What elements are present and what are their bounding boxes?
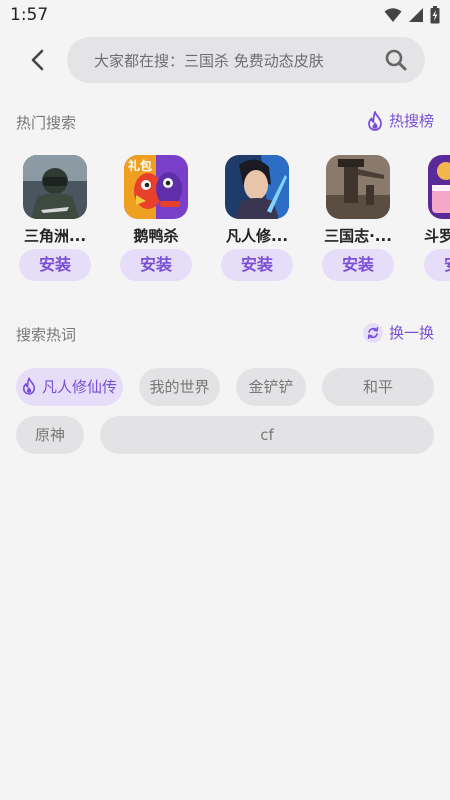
game-name: 三角洲... [23,227,87,245]
install-button[interactable]: 安装 [19,249,91,281]
game-icon[interactable] [428,155,450,219]
game-name: 三国志·... [324,227,392,245]
status-bar: 1:57 [0,0,450,30]
refresh-icon [362,322,383,343]
game-icon[interactable]: 礼包 [124,155,188,219]
hot-words-header: 搜索热词 换一换 [16,322,434,346]
hot-rank-label: 热搜榜 [388,112,434,130]
search-input[interactable]: 大家都在搜：三国杀 免费动态皮肤 [67,37,425,83]
status-icons [384,6,440,24]
signal-icon [409,8,423,22]
hot-word-chip[interactable]: 原神 [16,416,84,454]
game-card[interactable]: 斗罗 安装 [424,152,450,284]
hot-word-chip[interactable]: 我的世界 [139,368,220,406]
hot-word-chip[interactable]: 和平 [322,368,434,406]
install-button[interactable]: 安装 [424,249,450,281]
hot-games-list: 三角洲... 安装 礼包 鹅鸭杀 安装 凡人修... 安装 三国志·... 安装… [0,152,450,287]
hot-search-title: 热门搜索 [16,114,77,132]
refresh-link[interactable]: 换一换 [362,322,434,343]
battery-icon [430,6,440,24]
hot-word-chip[interactable]: cf [100,416,434,454]
game-name: 斗罗 [424,227,450,245]
hot-rank-link[interactable]: 热搜榜 [367,110,434,131]
search-icon[interactable] [384,48,408,72]
back-icon[interactable] [24,46,52,74]
game-name: 凡人修... [225,227,289,245]
search-placeholder: 大家都在搜：三国杀 免费动态皮肤 [94,52,324,70]
flame-icon [368,110,382,131]
game-card[interactable]: 礼包 鹅鸭杀 安装 [120,152,192,284]
install-button[interactable]: 安装 [322,249,394,281]
gift-badge: 礼包 [128,159,153,173]
hot-words-title: 搜索热词 [16,326,77,344]
game-icon[interactable] [326,155,390,219]
game-card[interactable]: 三角洲... 安装 [19,152,91,284]
game-icon[interactable] [225,155,289,219]
hot-word-label: 凡人修仙传 [41,378,117,396]
install-button[interactable]: 安装 [120,249,192,281]
top-bar: 大家都在搜：三国杀 免费动态皮肤 [0,36,450,84]
hot-word-chip[interactable]: 金铲铲 [236,368,306,406]
install-button[interactable]: 安装 [221,249,293,281]
status-time: 1:57 [10,5,49,25]
game-card[interactable]: 凡人修... 安装 [221,152,293,284]
game-card[interactable]: 三国志·... 安装 [322,152,394,284]
game-icon[interactable] [23,155,87,219]
hot-word-chip[interactable]: 凡人修仙传 [16,368,123,406]
game-name: 鹅鸭杀 [133,227,179,245]
hot-search-header: 热门搜索 热搜榜 [16,110,434,134]
flame-icon [22,377,36,395]
refresh-label: 换一换 [388,324,434,342]
wifi-icon [384,8,402,22]
